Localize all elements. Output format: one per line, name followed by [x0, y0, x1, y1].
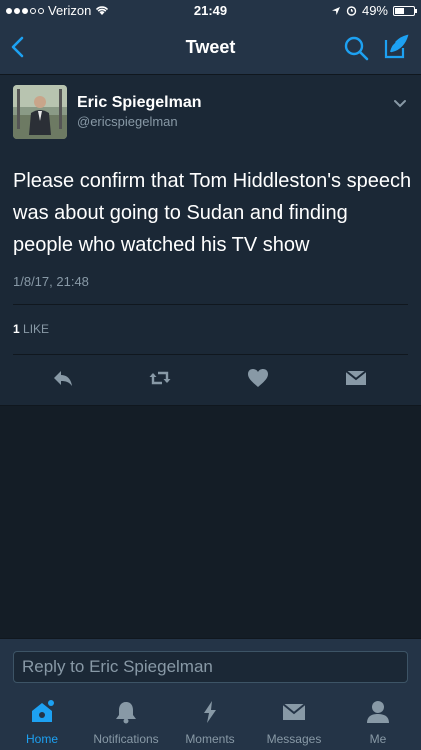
status-bar: Verizon 21:49 49%	[0, 0, 421, 22]
tab-moments[interactable]: Moments	[168, 692, 252, 750]
avatar[interactable]	[13, 85, 67, 139]
author-name[interactable]: Eric Spiegelman	[77, 94, 202, 112]
compose-icon[interactable]	[383, 34, 409, 60]
tweet-timestamp: 1/8/17, 21:48	[13, 274, 89, 289]
reply-input[interactable]	[13, 651, 408, 683]
tab-label: Notifications	[93, 732, 159, 746]
like-count-row[interactable]: 1 LIKE	[13, 322, 49, 336]
tab-bar: Home Notifications Moments Messages Me	[0, 692, 421, 750]
tab-label: Home	[25, 732, 58, 746]
tab-label: Messages	[266, 732, 322, 746]
divider	[13, 304, 408, 305]
chevron-down-icon[interactable]	[393, 99, 407, 109]
like-count: 1	[13, 322, 20, 336]
tab-messages[interactable]: Messages	[252, 692, 336, 750]
direct-message-icon[interactable]	[344, 366, 368, 390]
tweet-detail: Eric Spiegelman @ericspiegelman Please c…	[0, 75, 421, 406]
reply-bar	[0, 638, 421, 693]
search-icon[interactable]	[343, 35, 369, 61]
lightning-icon	[204, 701, 216, 723]
tab-notifications[interactable]: Notifications	[84, 692, 168, 750]
battery-icon	[393, 5, 417, 16]
envelope-icon	[282, 703, 306, 720]
divider	[13, 354, 408, 355]
reply-icon[interactable]	[51, 366, 75, 390]
battery-percent: 49%	[361, 3, 388, 18]
tab-home[interactable]: Home	[0, 692, 84, 750]
tab-label: Moments	[185, 732, 235, 746]
author-handle[interactable]: @ericspiegelman	[77, 114, 178, 129]
alarm-icon	[346, 6, 357, 16]
like-label: LIKE	[23, 322, 50, 336]
home-icon	[32, 700, 54, 722]
like-icon[interactable]	[246, 366, 270, 390]
tab-me[interactable]: Me	[336, 692, 420, 750]
retweet-icon[interactable]	[148, 366, 172, 390]
nav-bar: Tweet	[0, 22, 421, 75]
status-right: 49%	[331, 3, 417, 18]
person-icon	[367, 701, 389, 723]
bell-icon	[116, 702, 136, 724]
tweet-text: Please confirm that Tom Hiddleston's spe…	[13, 170, 412, 256]
location-icon	[331, 6, 340, 15]
tab-label: Me	[369, 732, 387, 746]
